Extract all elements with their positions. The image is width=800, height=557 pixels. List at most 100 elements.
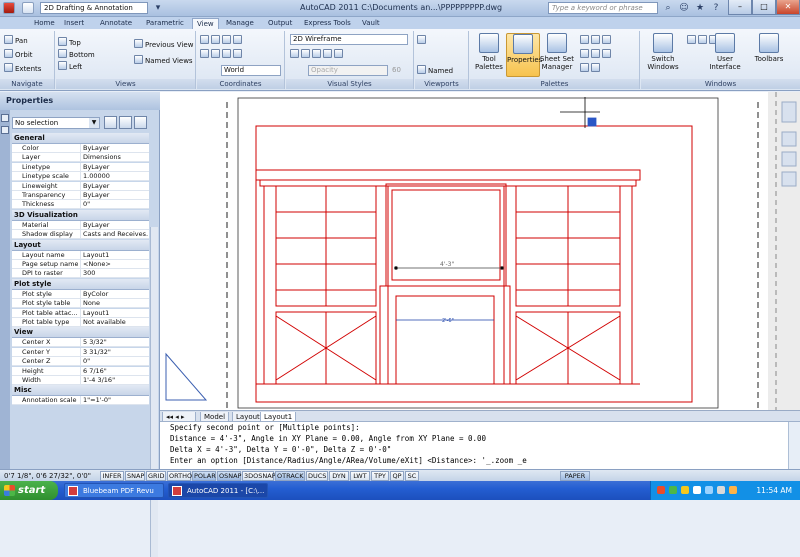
properties-button[interactable]: Properties — [506, 33, 542, 77]
status-toggle-sc[interactable]: SC — [405, 471, 419, 481]
status-toggle-ducs[interactable]: DUCS — [306, 471, 328, 481]
right-toolbar[interactable] — [768, 92, 800, 410]
property-row[interactable]: Material ByLayer — [12, 220, 149, 230]
status-toggle-polar[interactable]: POLAR — [192, 471, 216, 481]
quick-access-button[interactable] — [22, 2, 34, 14]
search-icon[interactable]: ⌕ — [662, 2, 674, 14]
property-row[interactable]: DPI to raster 300 — [12, 269, 149, 279]
property-row[interactable]: Plot table attac... Layout1 — [12, 308, 149, 318]
nav-bar-icon[interactable] — [781, 101, 797, 123]
zoom-icon[interactable] — [781, 131, 797, 147]
status-toggle-osnap[interactable]: OSNAP — [217, 471, 241, 481]
status-toggle-ortho[interactable]: ORTHO — [167, 471, 192, 481]
property-row[interactable]: Linetype scale 1.00000 — [12, 172, 149, 182]
switch-windows-button[interactable]: Switch Windows — [643, 33, 683, 71]
task-bluebeam[interactable]: Bluebeam PDF Revu — [64, 483, 164, 498]
chevron-down-icon[interactable]: ▾ — [152, 2, 164, 14]
tab-view[interactable]: View — [192, 18, 219, 29]
named-views-button[interactable]: Named Views — [134, 55, 193, 66]
palette-scrollbar[interactable] — [150, 227, 158, 557]
palette-tools-3[interactable] — [580, 63, 602, 74]
ucs-combo[interactable]: World — [221, 65, 281, 76]
command-scrollbar[interactable] — [788, 422, 800, 470]
property-row[interactable]: Shadow display Casts and Receives... — [12, 230, 149, 240]
property-row[interactable]: Lineweight ByLayer — [12, 181, 149, 191]
selection-combo[interactable]: No selection ▼ — [12, 117, 100, 129]
tray-icon[interactable] — [693, 486, 701, 494]
property-row[interactable]: Width 1'-4 3/16" — [12, 376, 149, 385]
favorites-icon[interactable]: ★ — [694, 2, 706, 14]
search-input[interactable]: Type a keyword or phrase — [548, 2, 658, 14]
visual-style-combo[interactable]: 2D Wireframe — [290, 34, 408, 45]
orbit-icon[interactable] — [781, 151, 797, 167]
status-toggle-grid[interactable]: GRID — [146, 471, 166, 481]
extents-button[interactable]: Extents — [4, 63, 41, 74]
network-icon[interactable] — [705, 486, 713, 494]
toggle-pickadd-icon[interactable] — [104, 116, 117, 129]
drawing-canvas[interactable]: 4'-3" 2'-6" — [160, 92, 768, 410]
status-toggle-snap[interactable]: SNAP — [125, 471, 145, 481]
pan-button[interactable]: Pan — [4, 35, 28, 46]
property-row[interactable]: Plot table type Not available — [12, 318, 149, 327]
user-interface-button[interactable]: User Interface — [705, 33, 745, 71]
sheet-set-manager-button[interactable]: Sheet Set Manager — [540, 33, 574, 71]
section-view[interactable]: View — [12, 327, 149, 339]
tool-palettes-button[interactable]: Tool Palettes — [472, 33, 506, 71]
view-left-button[interactable]: Left — [58, 61, 82, 72]
showmotion-icon[interactable] — [781, 171, 797, 187]
palette-tools-2[interactable] — [580, 49, 613, 60]
auto-hide-icon[interactable] — [1, 126, 9, 134]
property-row[interactable]: Center Y 3 31/32" — [12, 347, 149, 357]
command-line[interactable]: Specify second point or [Multiple points… — [160, 421, 800, 470]
minimize-button[interactable]: – — [728, 0, 752, 15]
workspace-combo[interactable]: 2D Drafting & Annotation — [40, 2, 148, 14]
palette-strip[interactable] — [0, 110, 10, 469]
section-plot-style[interactable]: Plot style — [12, 278, 149, 290]
property-row[interactable]: Transparency ByLayer — [12, 191, 149, 200]
named-viewports-button[interactable]: Named — [417, 65, 453, 76]
quick-select-icon[interactable] — [134, 116, 147, 129]
opacity-slider[interactable]: Opacity — [308, 65, 388, 76]
tab-output[interactable]: Output — [264, 18, 296, 29]
property-row[interactable]: Color ByLayer — [12, 144, 149, 153]
orbit-button[interactable]: Orbit — [4, 49, 33, 60]
tab-express-tools[interactable]: Express Tools — [300, 18, 355, 29]
close-icon[interactable] — [1, 114, 9, 122]
status-toggle-lwt[interactable]: LWT — [350, 471, 370, 481]
volume-icon[interactable] — [717, 486, 725, 494]
maximize-button[interactable]: □ — [752, 0, 776, 15]
tab-home[interactable]: Home — [30, 18, 59, 29]
tab-insert[interactable]: Insert — [60, 18, 88, 29]
property-row[interactable]: Page setup name <None> — [12, 260, 149, 269]
paper-toggle[interactable]: PAPER — [560, 471, 590, 481]
property-row[interactable]: Plot style table None — [12, 299, 149, 309]
viewport-config[interactable] — [417, 35, 428, 46]
property-row[interactable]: Plot style ByColor — [12, 289, 149, 299]
tab-parametric[interactable]: Parametric — [142, 18, 188, 29]
property-row[interactable]: Annotation scale 1"=1'-0" — [12, 396, 149, 406]
ucs-button[interactable] — [200, 35, 244, 46]
tab-annotate[interactable]: Annotate — [96, 18, 136, 29]
property-row[interactable]: Center Z 0" — [12, 357, 149, 367]
status-toggle-tpy[interactable]: TPY — [371, 471, 389, 481]
view-bottom-button[interactable]: Bottom — [58, 49, 95, 60]
status-toggle-3dosnap[interactable]: 3DOSNAP — [242, 471, 276, 481]
toolbars-button[interactable]: Toolbars — [749, 33, 789, 63]
property-row[interactable]: Thickness 0" — [12, 200, 149, 210]
help-icon[interactable]: ? — [710, 2, 722, 14]
palette-tools[interactable] — [580, 35, 613, 46]
task-autocad[interactable]: AutoCAD 2011 - [C:\... — [168, 483, 268, 498]
previous-view-button[interactable]: Previous View — [134, 39, 193, 50]
start-button[interactable]: start — [0, 481, 58, 500]
select-objects-icon[interactable] — [119, 116, 132, 129]
property-row[interactable]: Center X 5 3/32" — [12, 338, 149, 348]
app-menu-button[interactable] — [3, 2, 15, 14]
close-button[interactable]: ✕ — [776, 0, 800, 15]
tray-icon[interactable] — [657, 486, 665, 494]
tray-icon[interactable] — [681, 486, 689, 494]
tray-icon[interactable] — [729, 486, 737, 494]
visual-style-tools[interactable] — [290, 49, 345, 60]
view-top-button[interactable]: Top — [58, 37, 81, 48]
ucs-tools[interactable] — [200, 49, 244, 60]
tab-manage[interactable]: Manage — [222, 18, 258, 29]
